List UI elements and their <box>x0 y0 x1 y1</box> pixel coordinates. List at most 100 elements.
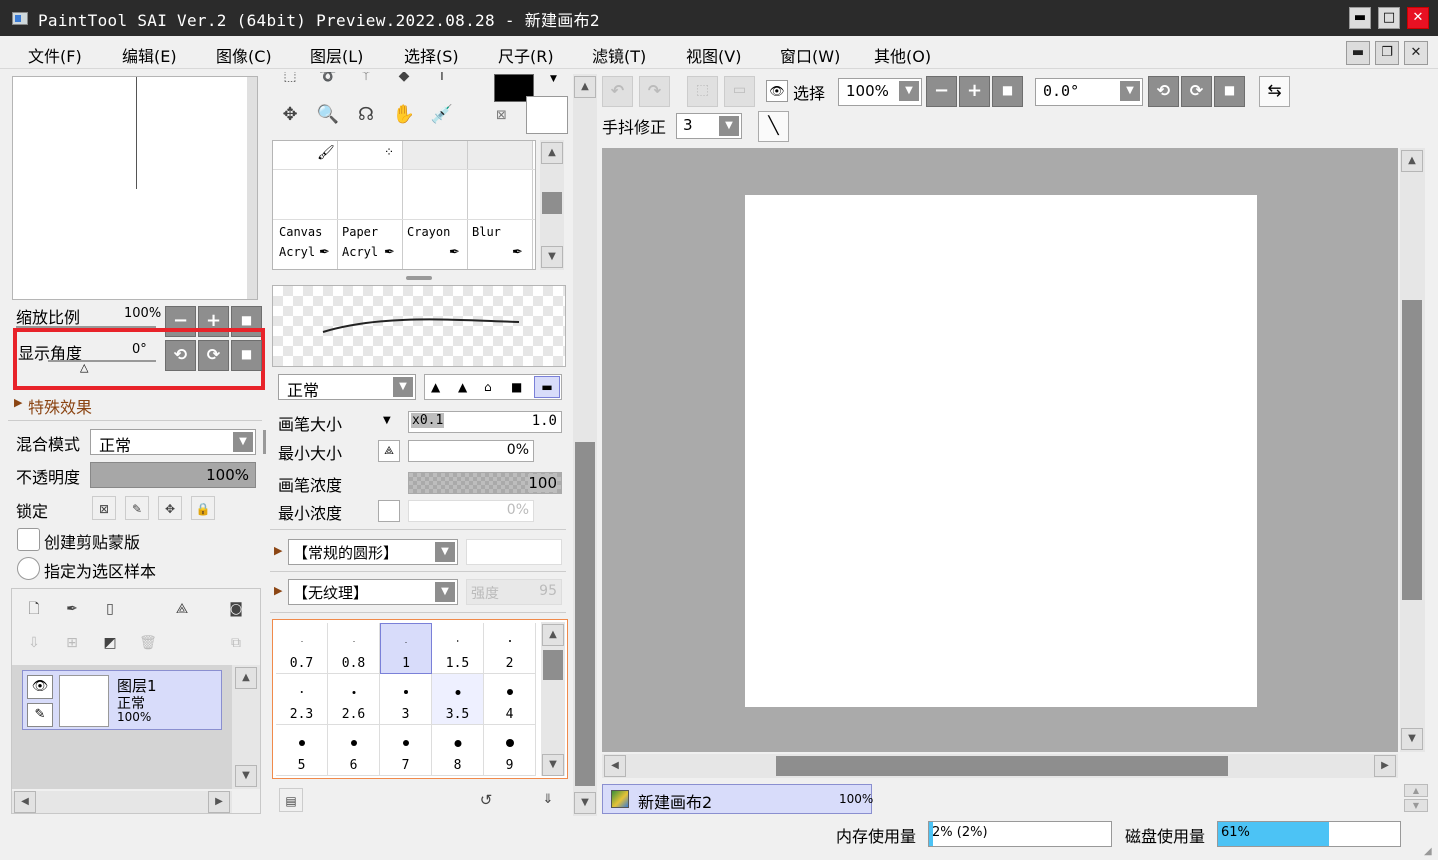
select-pen-icon[interactable]: ◆ <box>392 72 416 88</box>
maximize-button[interactable]: □ <box>1378 7 1400 29</box>
texture-expand-icon[interactable]: ▶ <box>274 584 282 597</box>
canvas-document[interactable] <box>745 195 1257 707</box>
layer-list-hscrollbar[interactable]: ◀ ▶ <box>12 791 232 813</box>
clip-mask-checkbox[interactable] <box>17 528 40 551</box>
scroll-down-button[interactable]: ▼ <box>574 792 596 814</box>
deselect-button[interactable]: ⬚ <box>687 76 718 107</box>
brush-size-preset[interactable]: 4 <box>484 674 536 725</box>
invert-selection-button[interactable]: ▭ <box>724 76 755 107</box>
swatch-menu-icon[interactable]: ▼ <box>550 74 557 84</box>
scroll-up-button[interactable]: ▲ <box>541 142 563 164</box>
brush-size-preset[interactable]: 6 <box>328 725 380 776</box>
menu-edit[interactable]: 编辑(E) <box>122 43 177 67</box>
layer-row[interactable]: 👁 ✎ 图层1 正常 100% <box>22 670 222 730</box>
new-folder-icon[interactable]: ▯ <box>98 597 122 621</box>
scroll-thumb[interactable] <box>1402 300 1422 600</box>
minimize-button[interactable]: ▬ <box>1349 7 1371 29</box>
menu-other[interactable]: 其他(O) <box>874 43 931 67</box>
lock-transparency-icon[interactable]: ⊠ <box>92 496 116 520</box>
brush-size-preset[interactable]: 7 <box>380 725 432 776</box>
scroll-up-button[interactable]: ▲ <box>235 667 257 689</box>
brush-size-preset[interactable]: 9 <box>484 725 536 776</box>
brush-size-preset[interactable]: 5 <box>276 725 328 776</box>
straight-line-icon[interactable]: ╲ <box>758 111 789 142</box>
effects-label[interactable]: 特殊效果 <box>28 394 92 418</box>
duplicate-layer-icon[interactable]: ⊞ <box>60 631 84 655</box>
layer-effect-icon[interactable]: ⟁ <box>170 597 194 621</box>
lasso-icon[interactable]: ➰ <box>316 72 340 88</box>
lock-move-icon[interactable]: ✥ <box>158 496 182 520</box>
canvas-rotate-left-button[interactable]: ⟲ <box>1148 76 1179 107</box>
layer-mask-icon[interactable]: ◙ <box>224 597 248 621</box>
brush-size-preset[interactable]: 0.8 <box>328 623 380 674</box>
visibility-eye-icon[interactable]: 👁 <box>27 675 53 699</box>
flip-horizontal-icon[interactable]: ⇆ <box>1259 76 1290 107</box>
layer-list-scrollbar[interactable]: ▲ ▼ <box>232 665 260 789</box>
menu-select[interactable]: 选择(S) <box>404 43 459 67</box>
scroll-thumb[interactable] <box>575 442 595 786</box>
doc-minimize-button[interactable]: ▬ <box>1346 41 1370 65</box>
brush-shape-strength[interactable] <box>466 539 562 565</box>
brush-size-preset[interactable]: 2.6 <box>328 674 380 725</box>
menu-ruler[interactable]: 尺子(R) <box>498 43 554 67</box>
canvas-zoom-in-button[interactable]: + <box>959 76 990 107</box>
menu-file[interactable]: 文件(F) <box>28 43 82 67</box>
effects-expand-icon[interactable]: ▶ <box>14 396 22 409</box>
tip-shape-flat-icon[interactable]: ■ <box>511 380 522 394</box>
brush-crayon[interactable]: Crayon ✒ <box>403 141 468 269</box>
swap-color-icon[interactable]: ⊠ <box>496 108 507 123</box>
texture-select[interactable]: 【无纹理】 ▼ <box>288 579 458 605</box>
brush-size-preset[interactable]: 3.5 <box>432 674 484 725</box>
scroll-down-button[interactable]: ▼ <box>541 246 563 268</box>
brush-mode-select[interactable]: 正常 ▼ <box>278 374 416 400</box>
blend-mode-select[interactable]: 正常 ▼ <box>90 429 256 455</box>
brush-grid-scrollbar[interactable]: ▲ ▼ <box>540 140 564 270</box>
canvas-angle-select[interactable]: 0.0° ▼ <box>1035 78 1143 106</box>
resize-grip-icon[interactable]: ◢ <box>1424 846 1432 857</box>
canvas-zoom-reset-button[interactable]: ■ <box>992 76 1023 107</box>
texture-strength-slider[interactable]: 强度 95 <box>466 579 562 605</box>
rotate-left-button[interactable]: ⟲ <box>165 340 196 371</box>
text-tool-icon[interactable]: I <box>430 72 454 88</box>
lock-all-icon[interactable]: 🔒 <box>191 496 215 520</box>
shape-expand-icon[interactable]: ▶ <box>274 544 282 557</box>
preset-save-icon[interactable]: ⇓ <box>536 788 560 812</box>
scroll-up-button[interactable]: ▲ <box>542 624 564 646</box>
brush-paper-acryl[interactable]: ⁘ Paper Acryl ✒ <box>338 141 403 269</box>
brush-size-preset[interactable]: 8 <box>432 725 484 776</box>
scroll-up-button[interactable]: ▲ <box>574 76 596 98</box>
menu-view[interactable]: 视图(V) <box>686 43 741 67</box>
brush-size-preset[interactable]: 1 <box>380 623 432 674</box>
menu-layer[interactable]: 图层(L) <box>310 43 363 67</box>
canvas-rotate-right-button[interactable]: ⟳ <box>1181 76 1212 107</box>
angle-slider[interactable] <box>48 360 156 362</box>
canvas-zoom-select[interactable]: 100% ▼ <box>838 78 922 106</box>
doc-restore-button[interactable]: ❐ <box>1375 41 1399 65</box>
scroll-thumb[interactable] <box>542 192 562 214</box>
merge-layers-icon[interactable]: ⧉ <box>224 631 248 655</box>
selection-sample-checkbox[interactable] <box>17 557 40 580</box>
canvas-zoom-out-button[interactable]: − <box>926 76 957 107</box>
menu-image[interactable]: 图像(C) <box>216 43 272 67</box>
close-button[interactable]: ✕ <box>1407 7 1429 29</box>
brush-size-preset[interactable]: 3 <box>380 674 432 725</box>
rotate-reset-button[interactable]: ■ <box>231 340 262 371</box>
tab-scroll-up-button[interactable]: ▲ <box>1404 784 1428 797</box>
navigator-preview[interactable] <box>12 76 258 300</box>
stabilizer-select[interactable]: 3 ▼ <box>676 113 742 139</box>
rotate-right-button[interactable]: ⟳ <box>198 340 229 371</box>
scroll-right-button[interactable]: ▶ <box>1374 755 1396 777</box>
new-layer-icon[interactable]: 🗋 <box>22 597 46 621</box>
magic-wand-icon[interactable]: ⚚ <box>354 72 378 88</box>
preset-reset-icon[interactable]: ↺ <box>474 788 498 812</box>
document-tab[interactable]: 新建画布2 100% <box>602 784 873 814</box>
undo-button[interactable]: ↶ <box>602 76 633 107</box>
scroll-thumb[interactable] <box>776 756 1228 776</box>
tool-panel-scrollbar[interactable]: ▲ ▼ <box>573 74 597 816</box>
hand-tool-icon[interactable]: ✋ <box>392 103 416 127</box>
brush-size-preset[interactable]: 0.7 <box>276 623 328 674</box>
canvas-viewport[interactable] <box>602 148 1398 752</box>
menu-window[interactable]: 窗口(W) <box>780 43 840 67</box>
lock-paint-icon[interactable]: ✎ <box>125 496 149 520</box>
scroll-right-button[interactable]: ▶ <box>208 791 230 813</box>
